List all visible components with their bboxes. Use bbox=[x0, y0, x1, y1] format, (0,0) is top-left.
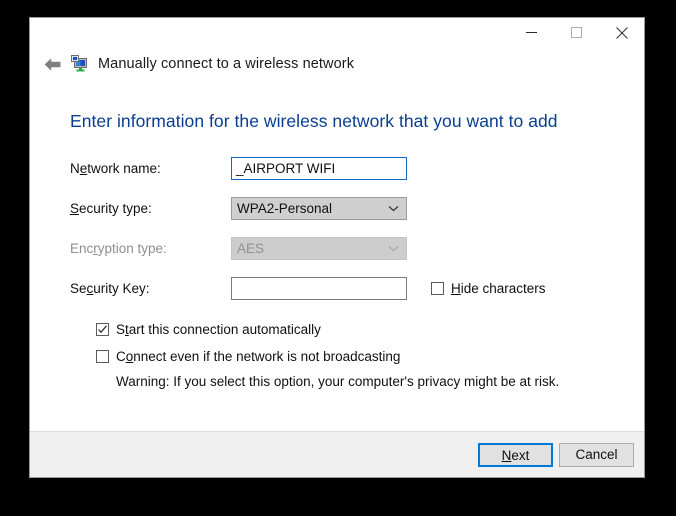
security-type-row: Security type: WPA2-Personal bbox=[70, 197, 606, 220]
encryption-type-row: Encryption type: AES bbox=[70, 237, 606, 260]
security-key-label: Security Key: bbox=[70, 281, 231, 296]
encryption-type-value: AES bbox=[237, 238, 264, 259]
window-controls bbox=[509, 18, 644, 47]
connect-not-broadcasting-checkbox[interactable]: Connect even if the network is not broad… bbox=[96, 349, 606, 364]
hide-characters-checkbox[interactable]: Hide characters bbox=[431, 281, 546, 296]
maximize-icon bbox=[571, 27, 582, 38]
next-button[interactable]: Next bbox=[478, 443, 553, 467]
network-name-row: Network name: _AIRPORT WIFI bbox=[70, 157, 606, 180]
page-title: Enter information for the wireless netwo… bbox=[68, 80, 606, 132]
network-name-label: Network name: bbox=[70, 161, 231, 176]
cancel-button[interactable]: Cancel bbox=[559, 443, 634, 467]
hide-characters-label: Hide characters bbox=[451, 281, 546, 296]
security-type-value: WPA2-Personal bbox=[237, 198, 332, 219]
encryption-type-select: AES bbox=[231, 237, 407, 260]
window-title: Manually connect to a wireless network bbox=[98, 56, 354, 72]
checkbox-box-checked bbox=[96, 323, 109, 336]
title-bar bbox=[30, 18, 644, 48]
checkbox-box bbox=[431, 282, 444, 295]
security-key-row: Security Key: Hide characters bbox=[70, 277, 606, 300]
navigation-row: Manually connect to a wireless network bbox=[30, 48, 644, 80]
chevron-down-icon bbox=[388, 198, 399, 219]
network-name-value: _AIRPORT WIFI bbox=[236, 158, 335, 179]
network-name-input[interactable]: _AIRPORT WIFI bbox=[231, 157, 407, 180]
connect-not-broadcasting-label: Connect even if the network is not broad… bbox=[116, 349, 400, 364]
privacy-warning-text: Warning: If you select this option, your… bbox=[96, 374, 606, 389]
dialog-window: Manually connect to a wireless network E… bbox=[29, 17, 645, 478]
chevron-down-icon-disabled bbox=[388, 238, 399, 259]
minimize-icon bbox=[526, 27, 537, 38]
start-automatically-label: Start this connection automatically bbox=[116, 322, 321, 337]
close-button[interactable] bbox=[599, 18, 644, 47]
maximize-button[interactable] bbox=[554, 18, 599, 47]
security-type-label: Security type: bbox=[70, 201, 231, 216]
options-group: Start this connection automatically Conn… bbox=[68, 322, 606, 389]
security-key-input[interactable] bbox=[231, 277, 407, 300]
dialog-footer: Next Cancel bbox=[30, 431, 644, 477]
close-icon bbox=[616, 27, 628, 39]
checkbox-box bbox=[96, 350, 109, 363]
back-arrow-icon bbox=[43, 57, 62, 72]
security-type-select[interactable]: WPA2-Personal bbox=[231, 197, 407, 220]
back-button[interactable] bbox=[37, 49, 67, 79]
start-automatically-checkbox[interactable]: Start this connection automatically bbox=[96, 322, 606, 337]
minimize-button[interactable] bbox=[509, 18, 554, 47]
wireless-network-icon bbox=[71, 55, 89, 73]
encryption-type-label: Encryption type: bbox=[70, 241, 231, 256]
network-form: Network name: _AIRPORT WIFI Security typ… bbox=[68, 157, 606, 300]
check-icon bbox=[97, 324, 108, 335]
dialog-content: Enter information for the wireless netwo… bbox=[30, 80, 644, 431]
